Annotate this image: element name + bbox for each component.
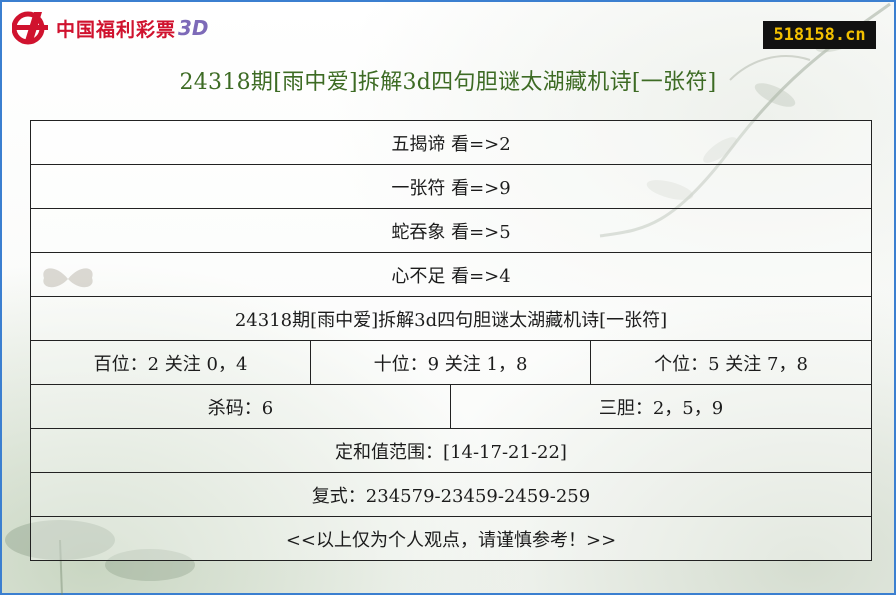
kill-code-cell: 杀码：6 — [30, 384, 451, 429]
disclaimer-cell: <<以上仅为个人观点，请谨慎参考！>> — [29, 516, 873, 561]
sum-range-cell: 定和值范围：[14-17-21-22] — [29, 428, 873, 473]
riddle-line-4: 心不足 看=>4 — [29, 252, 873, 297]
three-dan-cell: 三胆：2，5，9 — [449, 384, 873, 429]
table-row: 24318期[雨中爱]拆解3d四句胆谜太湖藏机诗[一张符] — [29, 296, 873, 341]
logo-text: 中国福利彩票 — [56, 18, 177, 41]
table-row: 杀码：6 三胆：2，5，9 — [30, 384, 873, 429]
site-domain-badge[interactable]: 518158.cn — [763, 21, 876, 49]
table-row: 复式：234579-23459-2459-259 — [29, 472, 873, 517]
table-row: 百位：2 关注 0，4 十位：9 关注 1，8 个位：5 关注 7，8 — [30, 340, 873, 385]
riddle-line-2: 一张符 看=>9 — [29, 164, 873, 209]
logo-3d-text: 3D — [178, 16, 209, 40]
issue-subtitle: 24318期[雨中爱]拆解3d四句胆谜太湖藏机诗[一张符] — [29, 296, 873, 341]
units-digit-cell: 个位：5 关注 7，8 — [589, 340, 873, 385]
table-row: <<以上仅为个人观点，请谨慎参考！>> — [29, 516, 873, 561]
table-row: 蛇吞象 看=>5 — [29, 208, 873, 253]
lottery-logo: 中国福利彩票 3D — [12, 10, 209, 46]
prediction-table: 五揭谛 看=>2 一张符 看=>9 蛇吞象 看=>5 心不足 看=>4 2431… — [29, 120, 873, 561]
table-row: 五揭谛 看=>2 — [29, 120, 873, 165]
page-title: 24318期[雨中爱]拆解3d四句胆谜太湖藏机诗[一张符] — [179, 70, 717, 95]
riddle-line-1: 五揭谛 看=>2 — [29, 120, 873, 165]
compound-bet-cell: 复式：234579-23459-2459-259 — [29, 472, 873, 517]
table-row: 一张符 看=>9 — [29, 164, 873, 209]
table-row: 定和值范围：[14-17-21-22] — [29, 428, 873, 473]
tens-digit-cell: 十位：9 关注 1，8 — [310, 340, 591, 385]
hundreds-digit-cell: 百位：2 关注 0，4 — [30, 340, 311, 385]
riddle-line-3: 蛇吞象 看=>5 — [29, 208, 873, 253]
welfare-lottery-logo-icon — [12, 11, 48, 45]
table-row: 心不足 看=>4 — [29, 252, 873, 297]
